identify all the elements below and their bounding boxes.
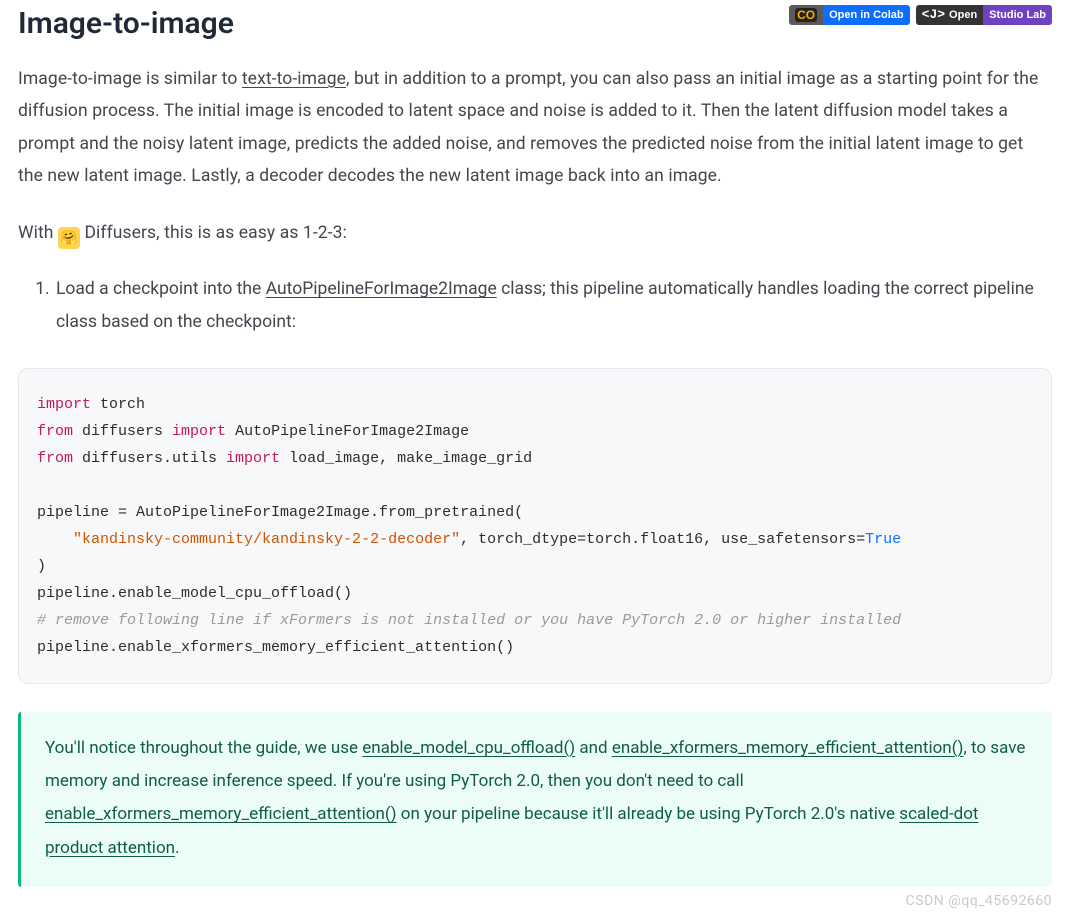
open-in-colab-badge[interactable]: CO Open in Colab <box>789 5 910 25</box>
code-text <box>37 531 73 548</box>
tip-text: and <box>575 738 612 758</box>
enable-cpu-offload-link[interactable]: enable_model_cpu_offload() <box>362 738 575 758</box>
intro-paragraph-1: Image-to-image is similar to text-to-ima… <box>18 63 1052 193</box>
code-kw: import <box>37 396 91 413</box>
colab-label: Open in Colab <box>823 5 910 25</box>
page-title: Image-to-image <box>18 2 234 41</box>
intro-text: With <box>18 223 58 243</box>
enable-xformers-link-1[interactable]: enable_xformers_memory_efficient_attenti… <box>612 738 964 758</box>
enable-xformers-link-2[interactable]: enable_xformers_memory_efficient_attenti… <box>45 804 397 824</box>
code-comment: # remove following line if xFormers is n… <box>37 612 901 629</box>
code-text: torch <box>91 396 145 413</box>
step-text: Load a checkpoint into the <box>56 279 266 299</box>
badge-row: CO Open in Colab <J>Open Studio Lab <box>789 5 1052 25</box>
intro-text: Image-to-image is similar to <box>18 69 242 89</box>
step-1: Load a checkpoint into the AutoPipelineF… <box>54 273 1052 338</box>
code-text: AutoPipelineForImage2Image <box>226 423 469 440</box>
open-studio-lab-badge[interactable]: <J>Open Studio Lab <box>916 5 1052 25</box>
tip-text: on your pipeline because it'll already b… <box>397 804 900 824</box>
text-to-image-link[interactable]: text-to-image <box>242 69 346 89</box>
code-text: ) <box>37 558 46 575</box>
tip-text: You'll notice throughout the guide, we u… <box>45 738 362 758</box>
code-text: pipeline.enable_model_cpu_offload() <box>37 585 352 602</box>
studio-open-label: Open <box>949 5 977 25</box>
studio-icon: <J> <box>922 5 945 25</box>
code-text: pipeline = AutoPipelineForImage2Image.fr… <box>37 504 523 521</box>
tip-text: . <box>175 838 179 858</box>
intro-paragraph-2: With 🤗 Diffusers, this is as easy as 1-2… <box>18 217 1052 250</box>
huggingface-icon: 🤗 <box>58 227 80 249</box>
colab-icon: CO <box>795 8 817 22</box>
code-block: import torch from diffusers import AutoP… <box>18 368 1052 684</box>
autopipeline-link[interactable]: AutoPipelineForImage2Image <box>266 279 497 299</box>
code-kw: import <box>172 423 226 440</box>
code-bool: True <box>865 531 901 548</box>
studio-lab-label: Studio Lab <box>983 5 1052 25</box>
code-str: "kandinsky-community/kandinsky-2-2-decod… <box>73 531 460 548</box>
code-text: diffusers <box>73 423 172 440</box>
code-kw: import <box>226 450 280 467</box>
tip-box: You'll notice throughout the guide, we u… <box>18 712 1052 887</box>
code-text: diffusers.utils <box>73 450 226 467</box>
steps-list: Load a checkpoint into the AutoPipelineF… <box>18 273 1052 338</box>
code-text: load_image, make_image_grid <box>280 450 532 467</box>
code-text: pipeline.enable_xformers_memory_efficien… <box>37 639 514 656</box>
code-text: , torch_dtype=torch.float16, use_safeten… <box>460 531 865 548</box>
intro-text: Diffusers, this is as easy as 1-2-3: <box>80 223 347 243</box>
code-kw: from <box>37 423 73 440</box>
code-kw: from <box>37 450 73 467</box>
